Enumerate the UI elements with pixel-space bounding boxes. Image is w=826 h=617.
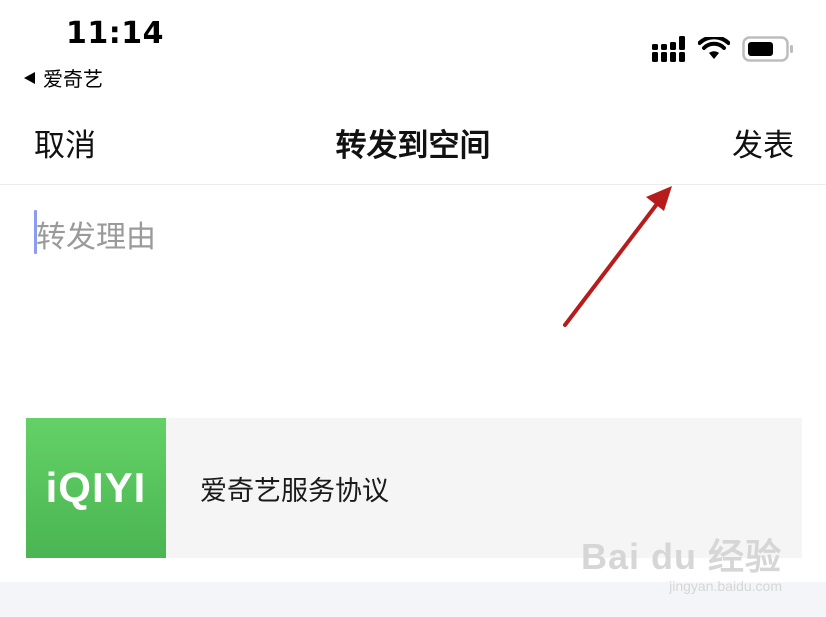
iqiyi-logo: iQIYI [26,418,166,558]
nav-bar: 取消 转发到空间 发表 [0,100,826,185]
publish-button[interactable]: 发表 [732,120,794,165]
wifi-icon [698,37,730,59]
status-time: 11:14 [66,16,164,51]
cellular-signal-icon [652,36,685,62]
text-caret [34,210,37,254]
system-icons [652,36,794,62]
status-bar: 11:14 爱奇艺 [0,0,826,95]
watermark-sub: jingyan.baidu.com [669,578,782,594]
back-app-label: 爱奇艺 [43,67,103,91]
back-triangle-icon [24,71,35,84]
iqiyi-logo-text: iQIYI [45,464,147,511]
battery-icon [742,36,793,62]
page-title: 转发到空间 [335,128,491,164]
reason-input[interactable] [34,200,796,372]
watermark-main: Bai du 经验 [580,536,782,577]
back-to-app-button[interactable]: 爱奇艺 [24,63,103,92]
card-title: 爱奇艺服务协议 [200,475,389,507]
baidu-watermark: Bai du 经验 jingyan.baidu.com [581,528,782,594]
